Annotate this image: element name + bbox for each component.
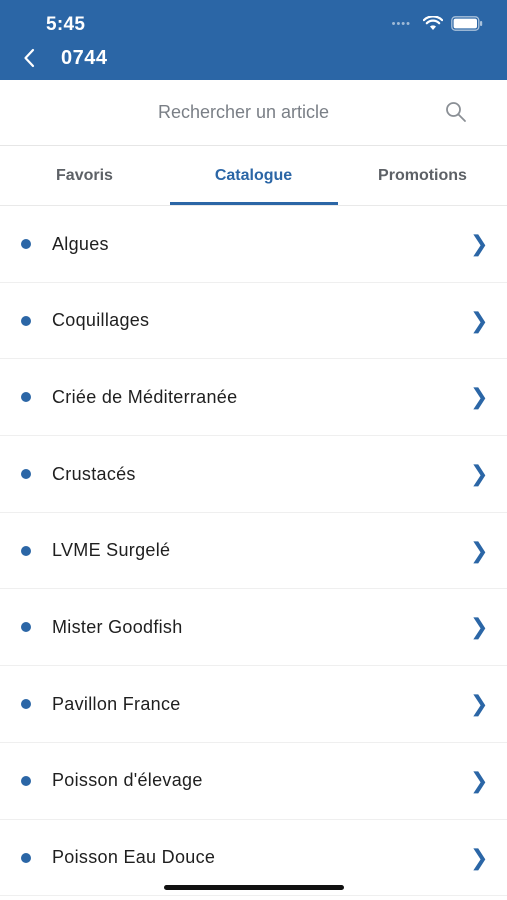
wifi-icon [423,16,443,30]
bullet-icon [21,852,31,863]
list-item-label: Pavillon France [52,693,181,714]
list-item-crustaces[interactable]: Crustacés ❯ [0,436,507,513]
tab-bar: Favoris Catalogue Promotions [0,146,507,206]
list-item-label: Coquillages [52,310,150,331]
bullet-icon [21,622,31,633]
battery-icon [451,16,483,31]
chevron-right-icon: ❯ [470,231,489,256]
home-indicator[interactable] [164,885,344,890]
chevron-right-icon: ❯ [470,844,489,870]
search-bar [0,80,507,146]
tab-promotions[interactable]: Promotions [338,146,507,206]
cellular-signal-icon: •••• [391,17,411,30]
list-item-label: LVME Surgelé [52,540,171,561]
list-item-label: Algues [52,233,109,254]
catalogue-list: Algues ❯ Coquillages ❯ Criée de Méditerr… [0,206,507,897]
active-tab-indicator [170,202,338,205]
search-input[interactable] [0,80,507,144]
bullet-icon [21,699,31,710]
chevron-right-icon: ❯ [470,537,489,563]
chevron-right-icon: ❯ [470,691,489,717]
bullet-icon [21,545,31,556]
chevron-right-icon: ❯ [470,461,489,487]
list-item-criee-de-mediterranee[interactable]: Criée de Méditerranée ❯ [0,359,507,437]
list-item-pavillon-france[interactable]: Pavillon France ❯ [0,666,507,743]
bullet-icon [21,775,31,786]
list-item-label: Crustacés [52,463,136,484]
bullet-icon [21,392,31,403]
chevron-right-icon: ❯ [470,614,489,640]
status-time: 5:45 [46,14,86,35]
list-item-poisson-delevage[interactable]: Poisson d'élevage ❯ [0,743,507,820]
tab-catalogue[interactable]: Catalogue [169,146,338,206]
bullet-icon [21,239,31,249]
chevron-left-icon [24,48,35,68]
list-item-label: Criée de Méditerranée [52,386,238,407]
list-item-algues[interactable]: Algues ❯ [0,206,507,283]
tab-favoris[interactable]: Favoris [0,146,169,206]
page-title: 0744 [61,47,108,69]
list-item-coquillages[interactable]: Coquillages ❯ [0,283,507,360]
chevron-right-icon: ❯ [470,767,489,793]
bullet-icon [21,315,31,326]
list-item-lvme-surgele[interactable]: LVME Surgelé ❯ [0,513,507,590]
app-header: 5:45 •••• 0744 [0,0,507,80]
bullet-icon [21,469,31,480]
status-icons: •••• [392,16,483,31]
search-icon[interactable] [444,100,468,124]
list-item-label: Mister Goodfish [52,616,183,637]
list-item-label: Poisson d'élevage [52,770,203,791]
list-item-mister-goodfish[interactable]: Mister Goodfish ❯ [0,589,507,667]
chevron-right-icon: ❯ [470,307,489,333]
back-button[interactable] [18,46,40,70]
chevron-right-icon: ❯ [470,384,489,410]
